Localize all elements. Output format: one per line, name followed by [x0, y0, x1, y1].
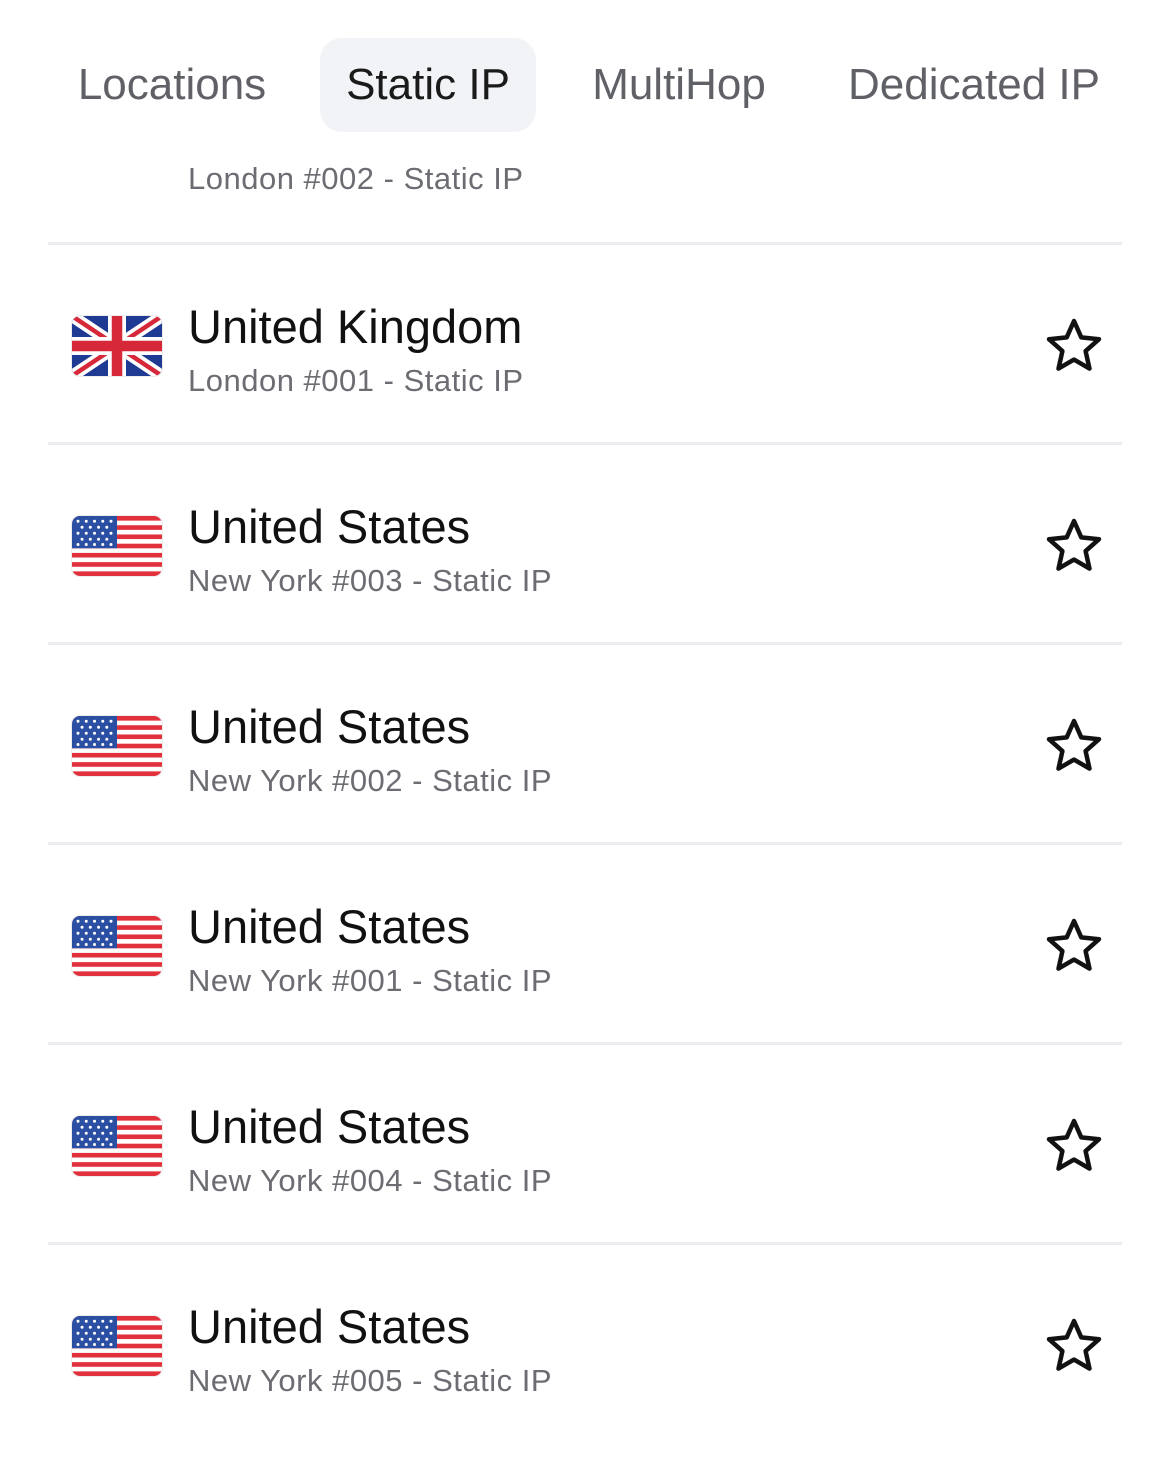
- server-location-label: New York #002 - Static IP: [188, 763, 553, 798]
- list-item[interactable]: United Kingdom London #001 - Static IP: [48, 245, 1122, 445]
- server-list: London #002 - Static IP United Kingdom L…: [0, 0, 1170, 1464]
- favorite-star-icon[interactable]: [1044, 717, 1104, 775]
- tab-locations[interactable]: Locations: [52, 38, 292, 132]
- country-name: United States: [188, 900, 471, 953]
- country-name: United States: [188, 700, 471, 753]
- favorite-star-icon[interactable]: [1044, 1317, 1104, 1375]
- tab-bar: Locations Static IP MultiHop Dedicated I…: [0, 0, 1170, 160]
- server-location-label: New York #005 - Static IP: [188, 1363, 553, 1398]
- list-item-partial[interactable]: London #002 - Static IP: [48, 145, 1122, 245]
- country-name: United States: [188, 500, 471, 553]
- us-flag-icon: [72, 916, 162, 976]
- us-flag-icon: [72, 1116, 162, 1176]
- server-location-label: New York #004 - Static IP: [188, 1163, 553, 1198]
- uk-flag-icon: [72, 316, 162, 376]
- tab-dedicated-ip[interactable]: Dedicated IP: [822, 38, 1126, 132]
- favorite-star-icon[interactable]: [1044, 917, 1104, 975]
- tab-static-ip[interactable]: Static IP: [320, 38, 536, 132]
- favorite-star-icon[interactable]: [1044, 517, 1104, 575]
- list-item[interactable]: United States New York #005 - Static IP: [48, 1245, 1122, 1445]
- list-item[interactable]: United States New York #002 - Static IP: [48, 645, 1122, 845]
- us-flag-icon: [72, 1316, 162, 1376]
- country-name: United States: [188, 1100, 471, 1153]
- country-name: United States: [188, 1300, 471, 1353]
- server-location-label: London #002 - Static IP: [188, 161, 524, 196]
- favorite-star-icon[interactable]: [1044, 317, 1104, 375]
- us-flag-icon: [72, 716, 162, 776]
- country-name: United Kingdom: [188, 300, 523, 353]
- us-flag-icon: [72, 516, 162, 576]
- tab-multihop[interactable]: MultiHop: [566, 38, 792, 132]
- favorite-star-icon[interactable]: [1044, 1117, 1104, 1175]
- list-item[interactable]: United States New York #001 - Static IP: [48, 845, 1122, 1045]
- server-location-label: London #001 - Static IP: [188, 363, 524, 398]
- server-location-label: New York #003 - Static IP: [188, 563, 553, 598]
- server-location-label: New York #001 - Static IP: [188, 963, 553, 998]
- list-item[interactable]: United States New York #003 - Static IP: [48, 445, 1122, 645]
- list-item[interactable]: United States New York #004 - Static IP: [48, 1045, 1122, 1245]
